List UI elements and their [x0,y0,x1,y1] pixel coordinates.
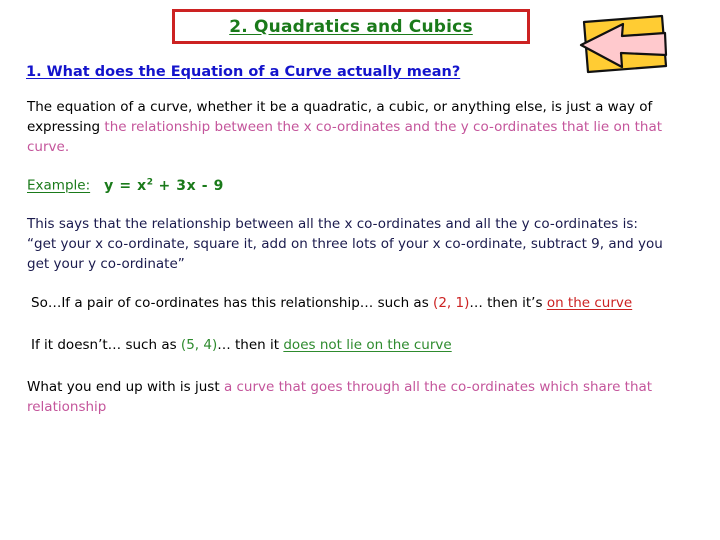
intro-paragraph: The equation of a curve, whether it be a… [27,97,687,157]
example-label: Example: [27,177,91,194]
on-curve-text-1: So…If a pair of co-ordinates has this re… [31,295,434,311]
on-curve-line: So…If a pair of co-ordinates has this re… [31,293,691,313]
on-curve-text-2: … then it’s [469,295,547,311]
not-on-curve-coordinates: (5, 4) [180,337,218,353]
on-curve-coordinates: (2, 1) [433,295,470,311]
explanation-line-2: “get your x co-ordinate, square it, add … [27,236,663,272]
not-on-curve-text-2: … then it [217,337,284,353]
example-equation: y = x2 + 3x - 9 [104,177,224,194]
slide-canvas: 2. Quadratics and Cubics 1. What does th… [0,0,720,540]
not-on-curve-emphasis: does not lie on the curve [283,337,452,353]
on-curve-emphasis: on the curve [546,295,633,311]
equation-rhs: + 3x - 9 [153,177,224,194]
left-arrow-clipart [578,12,670,74]
section-heading: 1. What does the Equation of a Curve act… [26,64,461,80]
intro-magenta-text: the relationship between the x co-ordina… [27,119,663,155]
not-on-curve-line: If it doesn’t… such as (5, 4)… then it d… [31,335,691,355]
page-title: 2. Quadratics and Cubics [229,16,473,37]
conclusion-black-text: What you end up with is just [27,379,224,395]
explanation-paragraph: This says that the relationship between … [27,214,687,274]
explanation-line-1: This says that the relationship between … [27,216,638,232]
equation-lhs: y = x [104,177,147,194]
slide-title-box: 2. Quadratics and Cubics [172,9,530,44]
conclusion-line: What you end up with is just a curve tha… [27,377,687,417]
example-line: Example: y = x2 + 3x - 9 [27,172,427,196]
left-arrow-icon [579,14,668,74]
not-on-curve-text-1: If it doesn’t… such as [31,337,181,353]
